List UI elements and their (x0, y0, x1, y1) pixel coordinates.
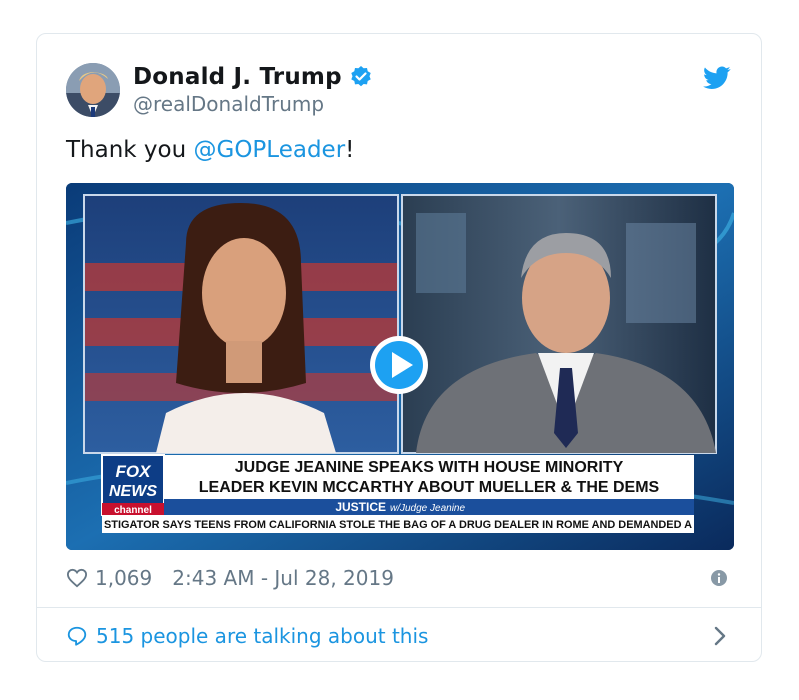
fox-logo-line2: NEWS (109, 483, 157, 500)
avatar-image (66, 63, 120, 117)
twitter-bird-icon[interactable] (703, 66, 731, 90)
user-handle[interactable]: @realDonaldTrump (133, 92, 324, 116)
chevron-right-icon[interactable] (713, 626, 727, 646)
divider (37, 607, 761, 608)
video-frame: FOX NEWS channel JUDGE JEANINE SPEAKS WI… (66, 183, 734, 550)
mention-link[interactable]: @GOPLeader (194, 137, 346, 163)
fox-logo-line1: FOX (116, 462, 153, 481)
tweet-timestamp[interactable]: 2:43 AM - Jul 28, 2019 (172, 566, 394, 590)
show-name: JUSTICE (335, 500, 386, 514)
display-name[interactable]: Donald J. Trump (133, 64, 342, 90)
chyron-line2: LEADER KEVIN MCCARTHY ABOUT MUELLER & TH… (199, 479, 660, 496)
avatar[interactable] (66, 63, 120, 117)
show-sub: w/Judge Jeanine (390, 503, 465, 514)
verified-badge-icon (351, 66, 371, 87)
talking-link[interactable]: 515 people are talking about this (66, 624, 428, 648)
tweet-text-prefix: Thank you (66, 137, 194, 163)
heart-icon[interactable] (66, 568, 88, 588)
fox-logo-line3: channel (114, 505, 152, 516)
video-media[interactable]: FOX NEWS channel JUDGE JEANINE SPEAKS WI… (66, 183, 734, 550)
chyron-line1: JUDGE JEANINE SPEAKS WITH HOUSE MINORITY (235, 459, 624, 476)
like-count[interactable]: 1,069 (95, 566, 152, 590)
tweet-text-suffix: ! (345, 137, 355, 163)
news-ticker: STIGATOR SAYS TEENS FROM CALIFORNIA STOL… (104, 519, 692, 531)
talking-label: 515 people are talking about this (96, 624, 429, 648)
tweet-text: Thank you @GOPLeader! (66, 137, 354, 163)
info-icon[interactable] (711, 570, 727, 586)
tweet-card[interactable]: Donald J. Trump @realDonaldTrump Thank y… (36, 33, 762, 662)
speech-bubble-icon (67, 626, 87, 646)
